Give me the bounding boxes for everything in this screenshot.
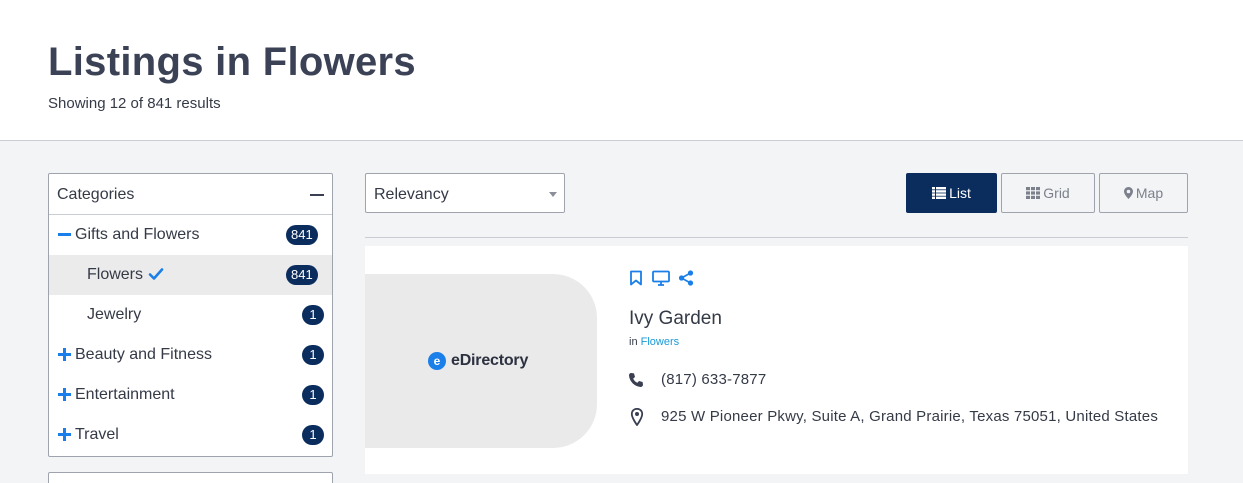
- expand-plus-icon[interactable]: [58, 388, 71, 401]
- monitor-icon[interactable]: [652, 270, 670, 286]
- category-count-badge: 1: [302, 385, 324, 405]
- category-beauty-and-fitness[interactable]: Beauty and Fitness 1: [49, 335, 332, 375]
- in-prefix: in: [629, 336, 638, 348]
- category-jewelry[interactable]: Jewelry 1: [49, 295, 332, 335]
- filter-panel: [48, 472, 333, 483]
- category-flowers[interactable]: Flowers 841: [49, 255, 332, 295]
- grid-icon: [1026, 187, 1041, 199]
- list-icon: [932, 187, 947, 199]
- category-entertainment[interactable]: Entertainment 1: [49, 375, 332, 415]
- category-count-badge: 841: [286, 225, 318, 245]
- listing-title[interactable]: Ivy Garden: [629, 308, 722, 330]
- results-count: Showing 12 of 841 results: [48, 95, 221, 112]
- list-view-button[interactable]: List: [906, 173, 997, 213]
- grid-view-button[interactable]: Grid: [1001, 173, 1095, 213]
- category-gifts-and-flowers[interactable]: Gifts and Flowers 841: [49, 215, 332, 255]
- category-label[interactable]: Travel: [75, 426, 119, 444]
- category-travel[interactable]: Travel 1: [49, 415, 332, 455]
- categories-panel: Categories Gifts and Flowers 841 Flowers…: [48, 173, 333, 457]
- category-label[interactable]: Entertainment: [75, 386, 175, 404]
- listing-address: 925 W Pioneer Pkwy, Suite A, Grand Prair…: [661, 408, 1159, 425]
- caret-down-icon: [549, 192, 557, 197]
- categories-title: Categories: [57, 186, 135, 203]
- category-count-badge: 841: [286, 265, 318, 285]
- map-view-button[interactable]: Map: [1099, 173, 1188, 213]
- edirectory-logo: e eDirectory: [428, 352, 528, 370]
- category-label[interactable]: Beauty and Fitness: [75, 346, 212, 364]
- share-icon[interactable]: [677, 270, 695, 286]
- checkmark-icon: [148, 268, 164, 280]
- phone-icon: [629, 373, 643, 387]
- expand-plus-icon[interactable]: [58, 428, 71, 441]
- sort-selected-value: Relevancy: [374, 186, 449, 203]
- grid-view-label: Grid: [1043, 185, 1070, 201]
- listing-category-link[interactable]: Flowers: [641, 336, 680, 348]
- map-view-label: Map: [1135, 185, 1164, 201]
- listing-phone[interactable]: (817) 633-7877: [661, 371, 766, 388]
- category-count-badge: 1: [302, 345, 324, 365]
- logo-mark: e: [428, 352, 446, 370]
- sort-dropdown[interactable]: Relevancy: [365, 173, 565, 213]
- listing-thumbnail[interactable]: e eDirectory: [365, 274, 597, 448]
- page-title: Listings in Flowers: [48, 40, 416, 84]
- logo-text: eDirectory: [451, 352, 529, 369]
- map-pin-icon: [630, 408, 644, 426]
- category-count-badge: 1: [302, 425, 324, 445]
- category-count-badge: 1: [302, 305, 324, 325]
- category-label[interactable]: Jewelry: [87, 306, 141, 324]
- bookmark-icon[interactable]: [627, 270, 645, 286]
- expand-plus-icon[interactable]: [58, 348, 71, 361]
- page-header: Listings in Flowers Showing 12 of 841 re…: [0, 0, 1243, 141]
- list-view-label: List: [949, 185, 971, 201]
- listing-category-line: in Flowers: [629, 336, 679, 348]
- listing-actions: [627, 270, 695, 286]
- collapse-categories-button[interactable]: [309, 187, 325, 203]
- categories-header: Categories: [49, 174, 332, 215]
- category-label[interactable]: Gifts and Flowers: [75, 226, 199, 244]
- listing-card[interactable]: e eDirectory Ivy Garden in Flowers (817)…: [365, 246, 1188, 474]
- collapse-minus-icon[interactable]: [58, 228, 71, 241]
- map-pin-icon: [1123, 187, 1133, 199]
- results-divider: [365, 237, 1188, 238]
- category-label[interactable]: Flowers: [87, 266, 143, 284]
